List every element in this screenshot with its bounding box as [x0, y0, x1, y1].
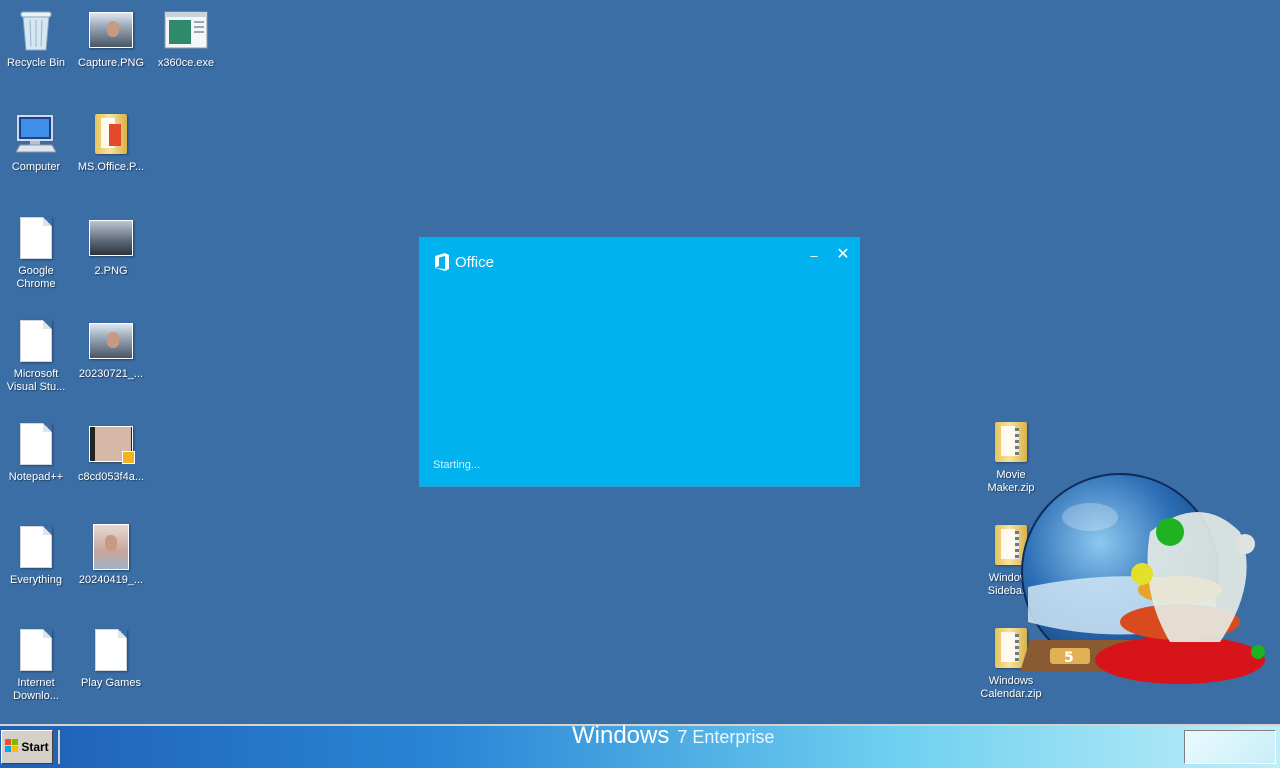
- splash-status: Starting...: [433, 459, 481, 471]
- icon-label: 20230721_...: [78, 368, 144, 380]
- windows-brand: Windows 7 Enterprise: [572, 722, 774, 750]
- icon-label: Everything: [10, 574, 62, 586]
- snow-globe-icon: 5: [1020, 473, 1265, 684]
- notification-area[interactable]: [1184, 730, 1276, 764]
- image-thumbnail-icon: [89, 216, 133, 260]
- ms-office-folder[interactable]: MS.Office.P...: [73, 112, 149, 174]
- application-window-icon: [164, 8, 208, 52]
- brand-text: Windows: [572, 722, 670, 749]
- icon-label: Computer: [11, 161, 61, 173]
- icon-label: x360ce.exe: [157, 57, 215, 69]
- taskbar-band[interactable]: Windows 7 Enterprise: [58, 722, 1184, 764]
- icon-label: Google Chrome: [16, 265, 56, 290]
- capture-png-file[interactable]: Capture.PNG: [73, 8, 149, 70]
- everything-shortcut[interactable]: Everything: [0, 525, 74, 587]
- close-button[interactable]: ✕: [835, 247, 851, 263]
- image-thumbnail-icon: [89, 319, 133, 363]
- office-splash-window: Office – ✕ Starting...: [420, 238, 859, 486]
- minimize-button[interactable]: –: [806, 248, 822, 264]
- office-app-name: Office: [455, 253, 494, 271]
- x360ce-exe-file[interactable]: x360ce.exe: [148, 8, 224, 70]
- file-icon: [14, 216, 58, 260]
- icon-label: 20240419_...: [78, 574, 144, 586]
- video-thumbnail-icon: [89, 422, 135, 466]
- folder-icon: [89, 112, 133, 156]
- gadget-badge: 5: [1064, 650, 1074, 666]
- icon-label: Play Games: [81, 677, 141, 689]
- file-icon: [14, 525, 58, 569]
- start-label: Start: [21, 740, 49, 754]
- taskbar: Start Windows 7 Enterprise: [0, 722, 1280, 768]
- snow-globe-gadget[interactable]: 5: [1020, 472, 1278, 722]
- icon-label: Microsoft Visual Stu...: [6, 368, 66, 393]
- 20240419-image-file[interactable]: 20240419_...: [73, 524, 149, 587]
- 2-png-file[interactable]: 2.PNG: [73, 216, 149, 278]
- icon-label: 2.PNG: [94, 265, 128, 277]
- windows-flag-icon: [5, 739, 19, 755]
- zip-folder-icon: [989, 420, 1033, 464]
- notepad-plus-plus-shortcut[interactable]: Notepad++: [0, 422, 74, 484]
- office-logo-icon: [435, 253, 449, 271]
- image-thumbnail-icon: [89, 524, 133, 570]
- file-icon: [89, 628, 133, 672]
- file-icon: [14, 628, 58, 672]
- desktop: Recycle Bin Computer Google Chrome Micro…: [0, 0, 1280, 724]
- office-logo: Office: [433, 252, 494, 272]
- google-chrome-shortcut[interactable]: Google Chrome: [0, 216, 74, 291]
- icon-label: Internet Downlo...: [13, 677, 59, 702]
- recycle-bin-shortcut[interactable]: Recycle Bin: [0, 8, 74, 70]
- start-button[interactable]: Start: [1, 730, 53, 764]
- image-thumbnail-icon: [89, 8, 133, 52]
- icon-label: Recycle Bin: [6, 57, 66, 69]
- file-icon: [14, 422, 58, 466]
- c8cd053f4a-video-file[interactable]: c8cd053f4a...: [73, 422, 149, 484]
- file-icon: [14, 319, 58, 363]
- play-games-shortcut[interactable]: Play Games: [73, 628, 149, 690]
- brand-sub: 7 Enterprise: [677, 727, 775, 747]
- computer-icon: [14, 112, 58, 156]
- internet-download-manager-shortcut[interactable]: Internet Downlo...: [0, 628, 74, 703]
- icon-label: Capture.PNG: [77, 57, 145, 69]
- 20230721-image-file[interactable]: 20230721_...: [73, 319, 149, 381]
- icon-label: Notepad++: [8, 471, 64, 483]
- icon-label: c8cd053f4a...: [77, 471, 145, 483]
- recycle-bin-icon: [14, 8, 58, 52]
- microsoft-visual-studio-shortcut[interactable]: Microsoft Visual Stu...: [0, 319, 74, 394]
- icon-label: MS.Office.P...: [77, 161, 145, 173]
- computer-shortcut[interactable]: Computer: [0, 112, 74, 174]
